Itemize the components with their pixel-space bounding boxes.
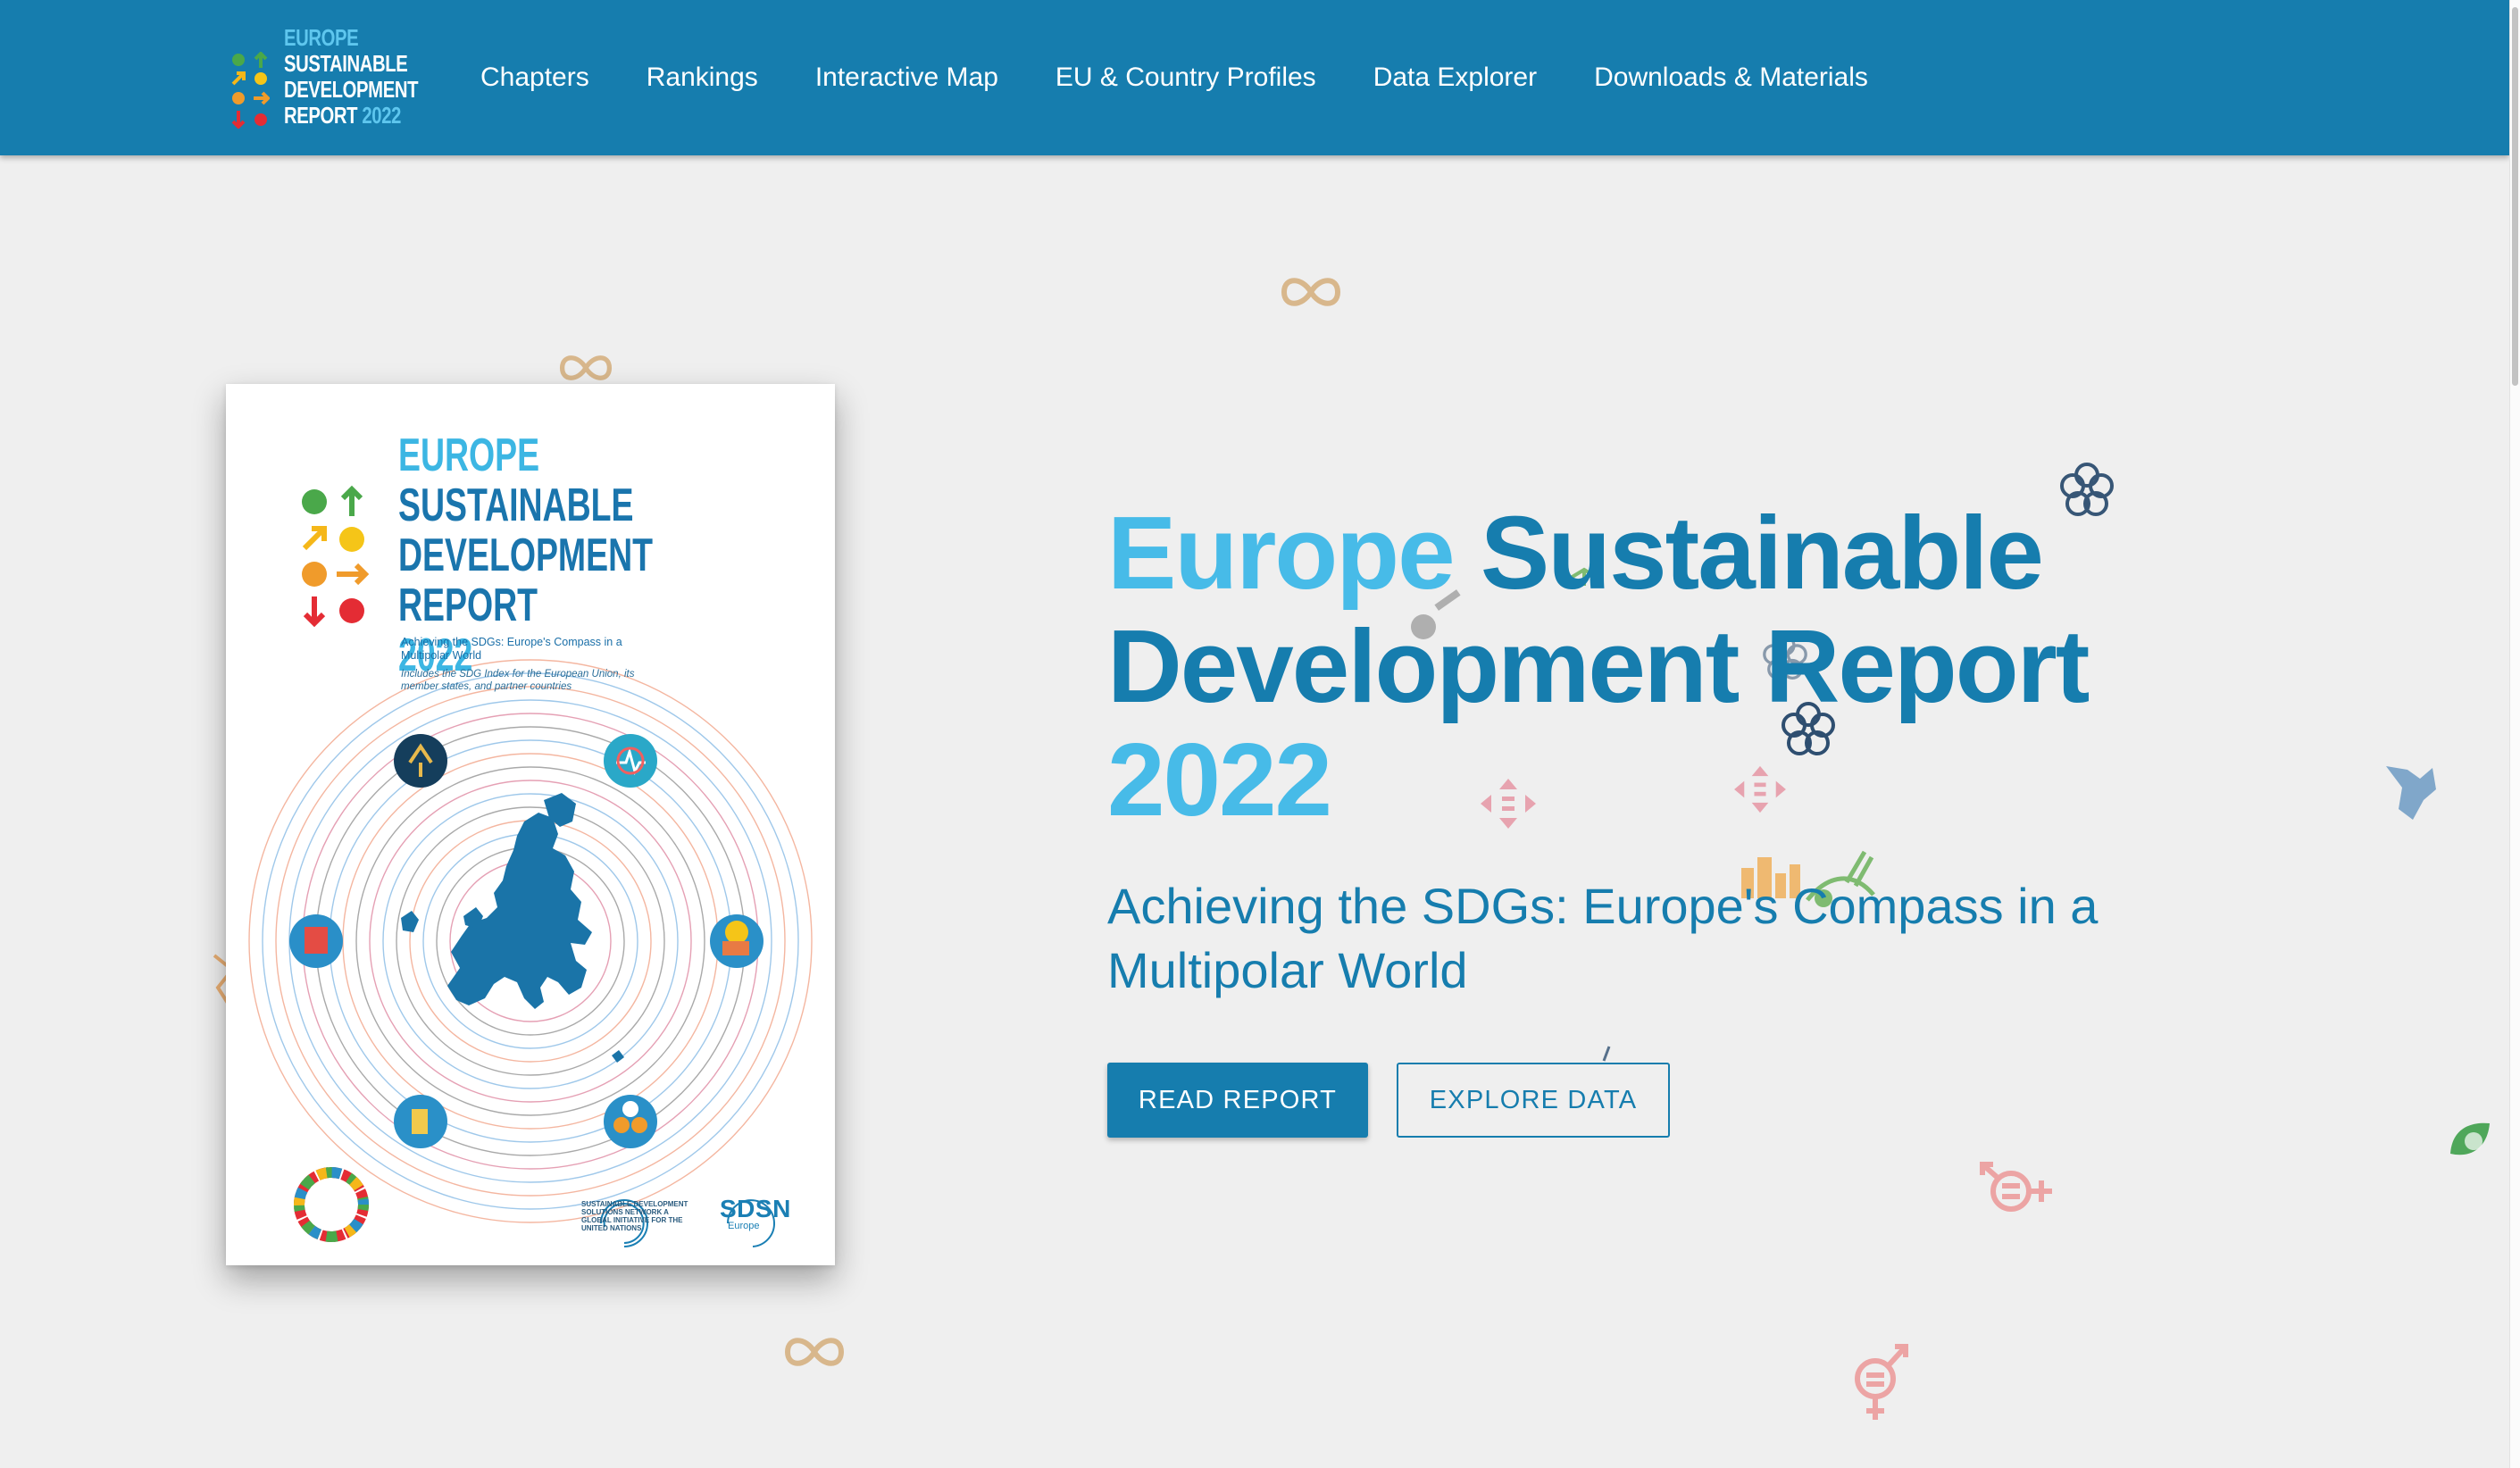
nav-rankings[interactable]: Rankings (647, 63, 758, 93)
report-cover[interactable]: EUROPE SUSTAINABLE DEVELOPMENT REPORT 20… (226, 384, 835, 1265)
explore-data-button[interactable]: EXPLORE DATA (1397, 1063, 1670, 1138)
cover-title-line3: DEVELOPMENT (398, 530, 653, 581)
handshake-icon (2386, 766, 2436, 820)
main-menu: Chapters Rankings Interactive Map EU & C… (480, 0, 1925, 155)
cover-title-line4a: REPORT (398, 580, 538, 631)
logo-line-development: DEVELOPMENT (284, 76, 419, 103)
cover-title-line2: SUSTAINABLE (398, 480, 634, 531)
sdg-wheel-icon (294, 1167, 369, 1242)
hero-title-europe: Europe (1107, 495, 1456, 611)
leaf-icon (2450, 1122, 2490, 1155)
cover-sdg-arrows-icon (302, 485, 370, 628)
site-logo[interactable]: EUROPE SUSTAINABLE DEVELOPMENT REPORT 20… (230, 25, 429, 130)
sdg-arrows-logo-icon (231, 52, 270, 129)
logo-line-europe: EUROPE (284, 24, 359, 51)
infinity-icon (1281, 278, 1341, 306)
logo-line-report: REPORT (284, 102, 358, 129)
infinity-icon (784, 1338, 845, 1366)
hero-title-year: 2022 (1107, 721, 1332, 838)
nav-interactive-map[interactable]: Interactive Map (815, 63, 998, 93)
logo-text: EUROPE SUSTAINABLE DEVELOPMENT REPORT 20… (284, 24, 419, 129)
top-navigation-bar: EUROPE SUSTAINABLE DEVELOPMENT REPORT 20… (0, 0, 2509, 155)
infinity-icon (559, 355, 613, 380)
cover-subtitle: Achieving the SDGs: Europe's Compass in … (401, 636, 622, 662)
logo-line-year: 2022 (362, 102, 401, 129)
read-report-button[interactable]: READ REPORT (1107, 1063, 1368, 1138)
cover-note: Includes the SDG Index for the European … (401, 669, 635, 692)
cover-title-line1: EUROPE (398, 430, 540, 481)
cover-org-text: SUSTAINABLE DEVELOPMENT SOLUTIONS NETWOR… (581, 1200, 688, 1232)
gender-equality-icon (1980, 1162, 2052, 1212)
hero-subtitle: Achieving the SDGs: Europe's Compass in … (1107, 878, 2099, 998)
nav-data-explorer[interactable]: Data Explorer (1373, 63, 1537, 93)
cover-sdsn-label: SDSN (720, 1195, 791, 1222)
cover-sdsn-region: Europe (728, 1221, 760, 1231)
nav-eu-country-profiles[interactable]: EU & Country Profiles (1056, 63, 1316, 93)
small-marker-icon (1602, 1046, 1611, 1062)
scrollbar-thumb[interactable] (2512, 7, 2518, 386)
logo-line-sustainable: SUSTAINABLE (284, 50, 408, 77)
nav-chapters[interactable]: Chapters (480, 63, 589, 93)
page: EUROPE SUSTAINABLE DEVELOPMENT REPORT 20… (0, 0, 2509, 1468)
europe-map-icon (401, 793, 624, 1063)
gender-equality-icon (1855, 1344, 1908, 1420)
nav-downloads-materials[interactable]: Downloads & Materials (1594, 63, 1868, 93)
hero-title: Europe Sustainable Development Report 202… (1107, 496, 2107, 837)
